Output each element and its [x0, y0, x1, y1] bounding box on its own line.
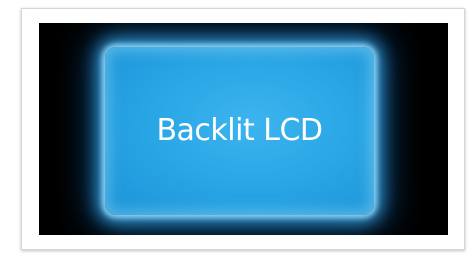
lcd-label: Backlit LCD	[156, 112, 323, 148]
slide-black-background: Backlit LCD	[39, 23, 448, 235]
backlit-lcd-panel: Backlit LCD	[105, 47, 374, 215]
slide-frame: Backlit LCD	[21, 8, 465, 250]
